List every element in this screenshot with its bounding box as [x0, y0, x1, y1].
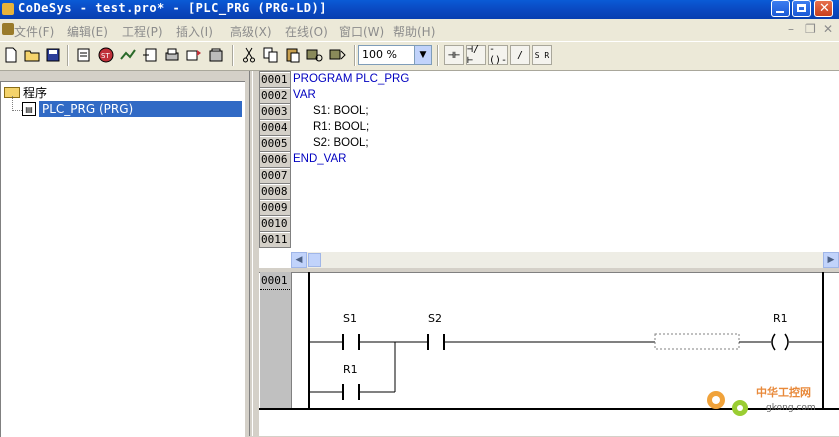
contact-label: S1 [343, 312, 357, 325]
cut-icon[interactable] [239, 45, 259, 65]
negate-button[interactable]: / [510, 45, 530, 65]
line-number: 0001 [260, 72, 290, 87]
close-button[interactable]: ✕ [814, 0, 833, 17]
line-number: 0004 [260, 120, 290, 135]
line-number: 0002 [260, 88, 290, 103]
menu-project[interactable]: 工程(P) [122, 23, 163, 40]
line-number: 0005 [260, 136, 290, 151]
archive-icon[interactable] [206, 45, 226, 65]
insert-parallel-contact-button[interactable]: ⊣/⊢ [466, 44, 486, 66]
code-line[interactable]: END_VAR [293, 151, 346, 167]
svg-text:ST: ST [101, 52, 110, 60]
pane-splitter[interactable] [245, 71, 257, 436]
save-icon[interactable] [43, 45, 63, 65]
pou-icon: ▤ [22, 102, 36, 116]
code-line[interactable]: PROGRAM PLC_PRG [293, 71, 409, 87]
tree-root[interactable]: 程序 [4, 84, 47, 101]
scroll-left-icon[interactable]: ◀ [291, 252, 307, 268]
copy-icon[interactable] [261, 45, 281, 65]
code-line[interactable]: S2: BOOL; [313, 135, 369, 151]
find-icon[interactable] [305, 45, 325, 65]
watermark-cn: 中华工控网 [756, 385, 811, 399]
menu-bar: 文件(F) 编辑(E) 工程(P) 插入(I) 高级(X) 在线(O) 窗口(W… [0, 19, 839, 42]
line-number: 0003 [260, 104, 290, 119]
scroll-right-icon[interactable]: ▶ [823, 252, 839, 268]
network-number-column: 0001 [260, 272, 292, 410]
coil-label: R1 [773, 312, 788, 325]
set-reset-button[interactable]: S R [532, 45, 552, 65]
line-number: 0007 [260, 168, 290, 183]
code-line[interactable]: S1: BOOL; [313, 103, 369, 119]
mdi-close-icon[interactable]: ✕ [823, 22, 833, 36]
tree-item-label: PLC_PRG (PRG) [39, 101, 242, 117]
title-bar: CoDeSys - test.pro* - [PLC_PRG (PRG-LD)]… [0, 0, 839, 19]
line-number: 0011 [260, 232, 290, 247]
line-number: 0006 [260, 152, 290, 167]
code-line[interactable]: R1: BOOL; [313, 119, 369, 135]
network-number: 0001 [260, 272, 290, 290]
close-icon: ✕ [819, 1, 830, 16]
insert-contact-button[interactable]: ⊣⊢ [444, 45, 464, 65]
zoom-value: 100 % [362, 48, 397, 61]
horizontal-scrollbar[interactable]: ◀ ▶ [291, 252, 839, 268]
paste-icon[interactable] [283, 45, 303, 65]
chevron-down-icon[interactable]: ▼ [414, 46, 431, 64]
print-icon[interactable] [162, 45, 182, 65]
mdi-minimize-icon[interactable]: – [788, 22, 794, 36]
object-organizer [0, 81, 245, 437]
menu-online[interactable]: 在线(O) [285, 23, 328, 40]
menu-extras[interactable]: 高级(X) [230, 23, 272, 40]
code-line[interactable]: VAR [293, 87, 316, 103]
mdi-restore-icon[interactable]: ❐ [805, 22, 816, 36]
new-file-icon[interactable] [1, 45, 21, 65]
insert-coil-button[interactable]: -()- [488, 44, 508, 66]
window-title: CoDeSys - test.pro* - [PLC_PRG (PRG-LD)] [18, 1, 327, 15]
minimize-button[interactable] [771, 0, 790, 17]
minimize-icon [776, 11, 784, 13]
menu-help[interactable]: 帮助(H) [393, 23, 435, 40]
zoom-select[interactable]: 100 % ▼ [358, 45, 432, 65]
contact-label: R1 [343, 363, 358, 376]
menu-file[interactable]: 文件(F) [14, 23, 54, 40]
stop-icon[interactable]: ST [96, 45, 116, 65]
open-folder-icon[interactable] [22, 45, 42, 65]
watermark-url: gkong.com [766, 403, 816, 413]
build-icon[interactable] [74, 45, 94, 65]
menu-window[interactable]: 窗口(W) [339, 23, 384, 40]
step-icon[interactable] [140, 45, 160, 65]
menu-edit[interactable]: 编辑(E) [67, 23, 108, 40]
app-icon [2, 3, 14, 15]
maximize-button[interactable] [792, 0, 811, 17]
maximize-icon [797, 4, 806, 12]
gkong-logo: 中华工控网 gkong.com [700, 378, 820, 421]
document-icon [2, 23, 14, 35]
line-number: 0009 [260, 200, 290, 215]
contact-label: S2 [428, 312, 442, 325]
tree-item-plc-prg[interactable]: ▤ PLC_PRG (PRG) [22, 101, 242, 117]
scroll-thumb[interactable] [308, 253, 321, 267]
menu-insert[interactable]: 插入(I) [176, 23, 213, 40]
find-next-icon[interactable] [328, 45, 348, 65]
tree-root-label: 程序 [23, 86, 48, 100]
line-number: 0010 [260, 216, 290, 231]
compare-icon[interactable] [184, 45, 204, 65]
line-number: 0008 [260, 184, 290, 199]
login-icon[interactable] [118, 45, 138, 65]
